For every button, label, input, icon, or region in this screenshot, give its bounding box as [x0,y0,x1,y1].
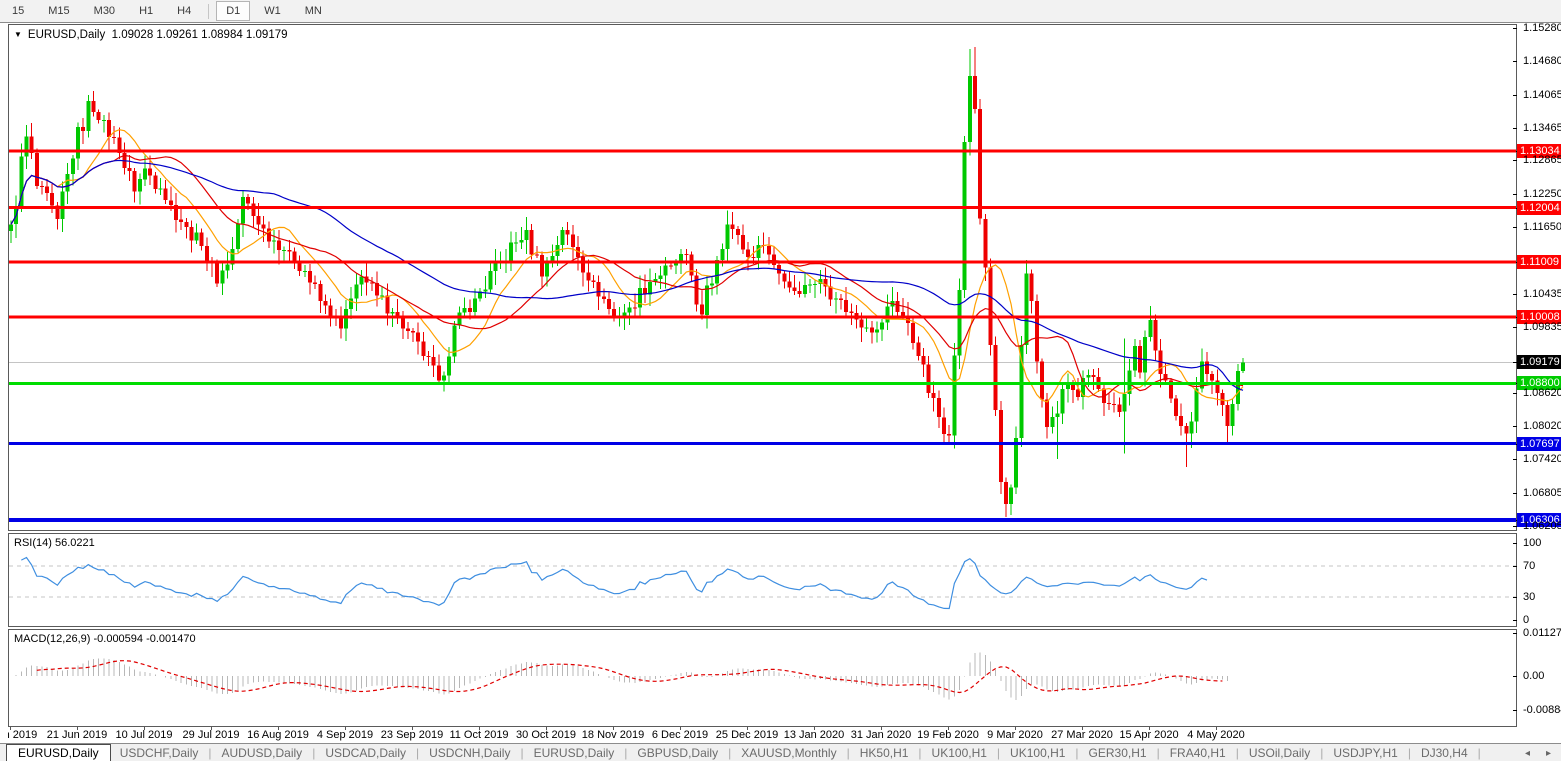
trading-app-window: 15 M15 M30 H1 H4 D1 W1 MN ▼ EURUSD,Daily 1.09028… [0,0,1561,761]
date-axis-label: 6 Dec 2019 [651,729,709,741]
timeframe-button-w1[interactable]: W1 [254,1,291,21]
tab-separator: | [1477,745,1481,760]
date-axis-label: 18 Nov 2019 [581,729,645,741]
date-axis-label: 21 Jun 2019 [46,729,108,741]
tab-scroll-right-icon[interactable]: ▸ [1546,748,1551,759]
price-axis-label: 1.09835 [1523,321,1561,333]
timeframe-button-15[interactable]: 15 [2,1,34,21]
chart-tab-gbpusd-daily[interactable]: GBPUSD,Daily [628,746,727,760]
price-axis-label: 1.15280 [1523,22,1561,34]
timeframe-button-h4[interactable]: H4 [167,1,201,21]
price-axis-label: 1.14680 [1523,55,1561,67]
toolbar-separator [208,3,210,19]
date-axis-label: 30 Oct 2019 [516,729,576,741]
date-axis-label: 27 Mar 2020 [1051,729,1113,741]
axis-tick [1513,597,1517,598]
symbol-label: EURUSD,Daily [27,29,106,41]
price-axis-label: 1.10435 [1523,288,1561,300]
axis-tick [1513,633,1517,634]
date-axis-label: 19 Feb 2020 [917,729,979,741]
axis-tick [1513,676,1517,677]
macd-axis-label: 0.00 [1523,670,1545,682]
macd-axis-label: -0.008845 [1523,704,1561,716]
macd-values: -0.000594 -0.001470 [93,633,196,645]
price-chart-panel[interactable] [8,24,1517,531]
chart-tab-usdcad-daily[interactable]: USDCAD,Daily [316,746,415,760]
price-axis-label: 1.08620 [1523,387,1561,399]
date-axis-label: 11 Oct 2019 [449,729,509,741]
price-axis-label: 1.12250 [1523,188,1561,200]
price-axis-label: 1.11650 [1523,221,1561,233]
date-axis: 3 Jun 2019 21 Jun 2019 10 Jul 2019 29 Jul 2… [8,727,1517,743]
chart-tab-uk100-h1[interactable]: UK100,H1 [923,746,996,760]
date-axis-label: 15 Apr 2020 [1119,729,1179,741]
date-axis-label: 23 Sep 2019 [380,729,444,741]
rsi-axis-label: 100 [1523,537,1542,549]
timeframe-button-m15[interactable]: M15 [38,1,79,21]
date-axis-label: 9 Mar 2020 [987,729,1043,741]
chart-tab-usdcnh-daily[interactable]: USDCNH,Daily [420,746,519,760]
price-axis: 1.15280 1.14680 1.14065 1.13465 1.13034 1.128… [1513,0,1561,761]
timeframe-button-d1[interactable]: D1 [216,1,251,21]
chart-tab-bar: EURUSD,Daily USDCHF,Daily | AUDUSD,Daily | US… [0,743,1561,761]
macd-indicator-label: MACD(12,26,9) -0.000594 -0.001470 [14,633,196,645]
rsi-axis-label: 70 [1523,560,1536,572]
price-axis-label: 1.07420 [1523,453,1561,465]
price-axis-label: 1.06805 [1523,487,1561,499]
macd-axis-label: 0.011277 [1523,627,1561,639]
tab-scroll-arrows: ◂ ▸ [1525,744,1551,761]
price-level-label-blue: 1.07697 [1517,437,1561,451]
chart-tab-usdjpy-h1[interactable]: USDJPY,H1 [1324,746,1406,760]
rsi-axis-label: 0 [1523,614,1530,626]
price-axis-label: 1.13465 [1523,122,1561,134]
tab-scroll-left-icon[interactable]: ◂ [1525,748,1530,759]
chart-tab-fra40-h1[interactable]: FRA40,H1 [1161,746,1235,760]
rsi-panel[interactable] [8,533,1517,627]
timeframe-toolbar: 15 M15 M30 H1 H4 D1 W1 MN [0,0,1561,23]
axis-tick [1513,566,1517,567]
chart-tab-eurusd-daily[interactable]: EURUSD,Daily [6,743,111,761]
date-axis-label: 29 Jul 2019 [182,729,240,741]
axis-tick [1513,543,1517,544]
chart-title: ▼ EURUSD,Daily 1.09028 1.09261 1.08984 1.… [14,29,288,41]
price-level-label-black: 1.09179 [1517,355,1561,369]
price-level-label-red: 1.12004 [1517,201,1561,215]
ohlc-values: 1.09028 1.09261 1.08984 1.09179 [111,29,288,41]
price-level-label-red: 1.11009 [1517,255,1561,269]
rsi-value: 56.0221 [54,537,95,549]
chart-tab-usdchf-daily[interactable]: USDCHF,Daily [111,746,208,760]
rsi-axis-label: 30 [1523,591,1536,603]
price-axis-label: 1.06205 [1523,520,1561,532]
chart-tab-hk50-h1[interactable]: HK50,H1 [851,746,918,760]
axis-tick [1513,710,1517,711]
date-axis-label: 4 Sep 2019 [316,729,374,741]
chart-tab-audusd-daily[interactable]: AUDUSD,Daily [213,746,312,760]
chart-tab-dj30-h4[interactable]: DJ30,H4 [1412,746,1477,760]
symbol-dropdown-icon[interactable]: ▼ [14,30,22,39]
date-axis-label: 4 May 2020 [1187,729,1245,741]
chart-tab-usoil-daily[interactable]: USOil,Daily [1240,746,1319,760]
date-axis-label: 10 Jul 2019 [115,729,173,741]
chart-tab-ger30-h1[interactable]: GER30,H1 [1080,746,1156,760]
date-axis-label: 16 Aug 2019 [247,729,309,741]
date-axis-label: 31 Jan 2020 [850,729,912,741]
timeframe-button-h1[interactable]: H1 [129,1,163,21]
date-axis-label: 13 Jan 2020 [783,729,845,741]
price-axis-label: 1.08020 [1523,420,1561,432]
price-axis-label: 1.14065 [1523,89,1561,101]
timeframe-button-mn[interactable]: MN [295,1,332,21]
rsi-indicator-label: RSI(14) 56.0221 [14,537,95,549]
axis-tick [1513,620,1517,621]
price-axis-label: 1.12865 [1523,154,1561,166]
timeframe-button-m30[interactable]: M30 [84,1,125,21]
date-axis-label: 3 Jun 2019 [8,729,38,741]
macd-panel[interactable] [8,629,1517,727]
chart-tab-uk100-h1[interactable]: UK100,H1 [1001,746,1074,760]
chart-tab-xauusd-monthly[interactable]: XAUUSD,Monthly [732,746,845,760]
chart-tab-eurusd-daily[interactable]: EURUSD,Daily [525,746,624,760]
date-axis-label: 25 Dec 2019 [715,729,779,741]
